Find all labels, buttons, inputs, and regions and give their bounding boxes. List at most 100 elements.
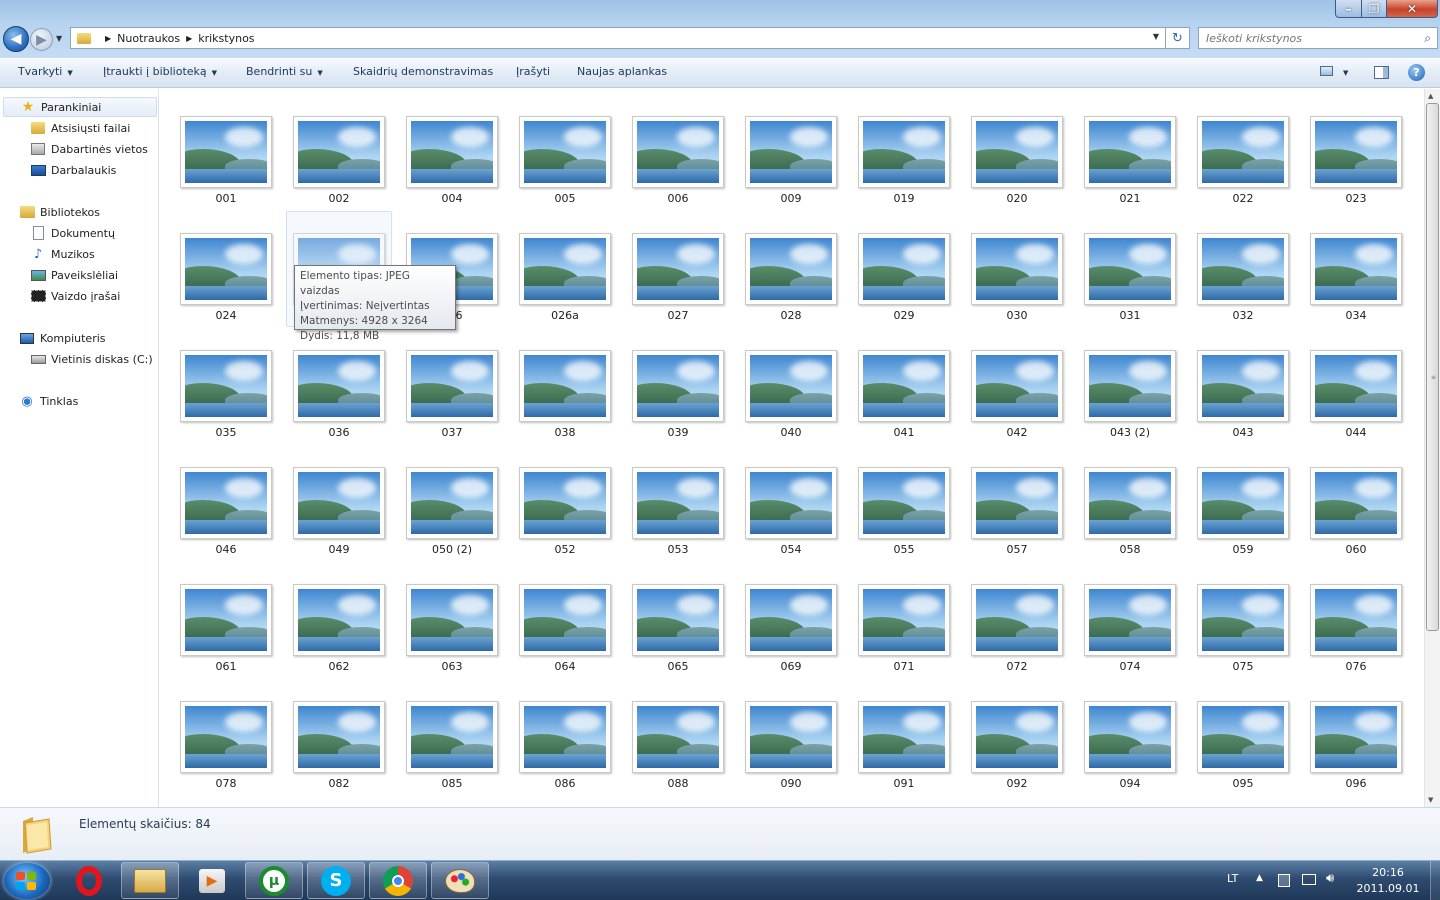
file-tile[interactable]: 032 <box>1195 233 1291 333</box>
sidebar-item-libraries[interactable]: Bibliotekos <box>19 202 100 222</box>
file-tile[interactable]: 030 <box>969 233 1065 333</box>
file-tile[interactable]: 095 <box>1195 701 1291 801</box>
back-button[interactable]: ◀ <box>3 26 29 52</box>
file-tile[interactable]: 078 <box>178 701 274 801</box>
show-hidden-icons[interactable]: ▲ <box>1256 873 1263 900</box>
file-tile[interactable]: 058 <box>1082 467 1178 567</box>
file-tile[interactable]: 062 <box>291 584 387 684</box>
sidebar-item-favorites[interactable]: ★ Parankiniai <box>3 97 157 117</box>
file-tile[interactable]: 054 <box>743 467 839 567</box>
file-tile[interactable]: 049 <box>291 467 387 567</box>
file-tile[interactable]: 023 <box>1308 116 1404 216</box>
file-tile[interactable]: 092 <box>969 701 1065 801</box>
file-tile[interactable]: 061 <box>178 584 274 684</box>
file-tile[interactable]: 060 <box>1308 467 1404 567</box>
sidebar-item-music[interactable]: ♪ Muzikos <box>30 244 95 264</box>
show-desktop-button[interactable] <box>1430 861 1440 900</box>
file-tile[interactable]: 055 <box>856 467 952 567</box>
file-tile[interactable]: 005 <box>517 116 613 216</box>
refresh-button[interactable]: ↻ <box>1166 27 1190 49</box>
start-button[interactable] <box>4 863 50 899</box>
file-tile[interactable]: 001 <box>178 116 274 216</box>
file-tile[interactable]: 075 <box>1195 584 1291 684</box>
sidebar-item-network[interactable]: ◉ Tinklas <box>19 391 78 411</box>
sidebar-item-desktop[interactable]: Darbalaukis <box>30 160 116 180</box>
file-tile[interactable]: 035 <box>178 350 274 450</box>
file-tile[interactable]: 091 <box>856 701 952 801</box>
language-indicator[interactable]: LT <box>1227 872 1238 900</box>
burn-button[interactable]: Įrašyti <box>516 65 550 78</box>
file-tile[interactable]: 002 <box>291 116 387 216</box>
device-icon[interactable] <box>1278 874 1290 887</box>
scroll-down-icon[interactable]: ▼ <box>1428 796 1433 804</box>
change-view-icon[interactable] <box>1320 66 1333 76</box>
chevron-right-icon[interactable]: ▶ <box>186 34 192 43</box>
file-tile[interactable]: 040 <box>743 350 839 450</box>
sidebar-item-local-disk[interactable]: Vietinis diskas (C:) <box>30 349 153 369</box>
file-tile[interactable]: 059 <box>1195 467 1291 567</box>
file-tile[interactable]: 009 <box>743 116 839 216</box>
file-tile[interactable]: 064 <box>517 584 613 684</box>
file-tile[interactable]: 028 <box>743 233 839 333</box>
file-tile[interactable]: 034 <box>1308 233 1404 333</box>
file-tile[interactable]: 063 <box>404 584 500 684</box>
maximize-button[interactable]: ❐ <box>1361 0 1387 18</box>
file-tile[interactable]: 088 <box>630 701 726 801</box>
taskbar-paint[interactable] <box>431 862 489 899</box>
file-tile[interactable]: 050 (2) <box>404 467 500 567</box>
file-tile[interactable]: 029 <box>856 233 952 333</box>
forward-button[interactable]: ▶ <box>30 28 53 51</box>
file-tile[interactable]: 057 <box>969 467 1065 567</box>
vertical-scrollbar[interactable]: ▲ ≡ ▼ <box>1424 89 1440 807</box>
file-tile[interactable]: 046 <box>178 467 274 567</box>
file-tile[interactable]: 026a <box>517 233 613 333</box>
file-tile[interactable]: 021 <box>1082 116 1178 216</box>
recent-pages-dropdown[interactable]: ▼ <box>56 34 62 43</box>
sidebar-item-videos[interactable]: Vaizdo įrašai <box>30 286 120 306</box>
file-tile[interactable]: 043 <box>1195 350 1291 450</box>
file-tile[interactable]: 031 <box>1082 233 1178 333</box>
file-tile[interactable]: 043 (2) <box>1082 350 1178 450</box>
file-tile[interactable]: 090 <box>743 701 839 801</box>
file-tile[interactable]: 027 <box>630 233 726 333</box>
file-tile[interactable]: 076 <box>1308 584 1404 684</box>
sidebar-item-recent[interactable]: Dabartinės vietos <box>30 139 148 159</box>
sidebar-item-computer[interactable]: Kompiuteris <box>19 328 106 348</box>
file-tile[interactable]: 039 <box>630 350 726 450</box>
file-tile[interactable]: 082 <box>291 701 387 801</box>
minimize-button[interactable]: – <box>1335 0 1362 18</box>
file-tile[interactable]: 052 <box>517 467 613 567</box>
file-tile[interactable]: 024 <box>178 233 274 333</box>
file-tile[interactable]: 037 <box>404 350 500 450</box>
file-tile[interactable]: 020 <box>969 116 1065 216</box>
taskbar-utorrent[interactable]: µ <box>245 862 303 899</box>
scroll-up-icon[interactable]: ▲ <box>1428 92 1433 100</box>
preview-pane-icon[interactable] <box>1374 66 1389 79</box>
file-tile[interactable]: 053 <box>630 467 726 567</box>
include-in-library-button[interactable]: Įtraukti į biblioteką ▼ <box>103 65 217 78</box>
file-tile[interactable]: 019 <box>856 116 952 216</box>
file-tile[interactable]: 085 <box>404 701 500 801</box>
taskbar-opera[interactable] <box>60 862 118 899</box>
taskbar-media-player[interactable]: ▶ <box>183 862 241 899</box>
help-button[interactable]: ? <box>1408 64 1425 81</box>
file-tile[interactable]: 036 <box>291 350 387 450</box>
file-tile[interactable]: 044 <box>1308 350 1404 450</box>
network-tray-icon[interactable] <box>1302 874 1316 885</box>
volume-icon[interactable]: 🔊︎ <box>1326 871 1334 900</box>
file-tile[interactable]: 086 <box>517 701 613 801</box>
share-with-button[interactable]: Bendrinti su ▼ <box>246 65 323 78</box>
breadcrumb-item-nuotraukos[interactable]: Nuotraukos <box>117 32 180 45</box>
new-folder-button[interactable]: Naujas aplankas <box>577 65 667 78</box>
taskbar-chrome[interactable] <box>369 862 427 899</box>
file-tile[interactable]: 042 <box>969 350 1065 450</box>
breadcrumb-item-krikstynos[interactable]: krikstynos <box>198 32 254 45</box>
file-tile[interactable]: 069 <box>743 584 839 684</box>
view-options-dropdown[interactable]: ▼ <box>1343 69 1348 77</box>
file-tile[interactable]: 022 <box>1195 116 1291 216</box>
clock[interactable]: 20:16 2011.09.01 <box>1348 865 1428 897</box>
scrollbar-thumb[interactable]: ≡ <box>1426 103 1439 631</box>
file-tile[interactable]: 071 <box>856 584 952 684</box>
search-input[interactable] <box>1206 31 1406 45</box>
search-box[interactable]: ⌕ <box>1198 27 1438 49</box>
